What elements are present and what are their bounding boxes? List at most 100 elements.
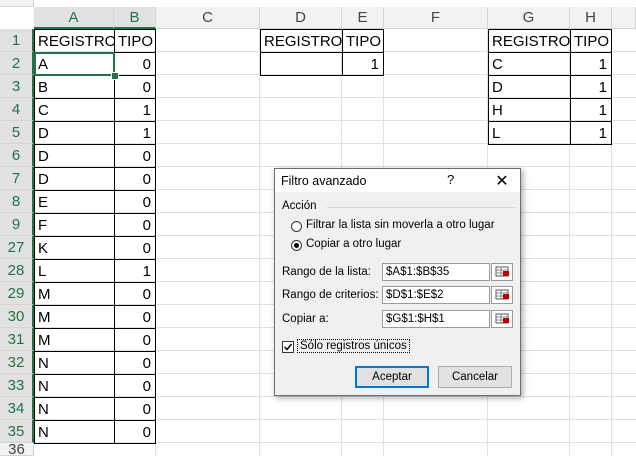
help-icon[interactable]: ? [447, 172, 454, 187]
copy-to-input[interactable]: $G$1:$H$1 [382, 310, 490, 328]
table-cell[interactable]: 0 [114, 52, 156, 76]
table-cell[interactable]: 0 [114, 282, 156, 306]
row-header[interactable]: 36 [0, 441, 34, 458]
table-cell[interactable]: 0 [114, 351, 156, 375]
row-header[interactable]: 31 [0, 328, 34, 351]
table-cell[interactable]: 0 [114, 328, 156, 352]
table-cell[interactable]: N [34, 397, 115, 421]
unique-records-checkbox[interactable] [282, 341, 294, 353]
row-header[interactable]: 2 [0, 52, 34, 75]
row-header[interactable]: 30 [0, 305, 34, 328]
row-header[interactable]: 28 [0, 259, 34, 282]
table-cell[interactable]: 0 [114, 213, 156, 237]
table-cell[interactable]: 0 [114, 167, 156, 191]
row-header[interactable]: 5 [0, 121, 34, 144]
criteria-header-cell[interactable]: REGISTRO [260, 29, 343, 53]
table-cell[interactable]: TIPO [114, 29, 156, 53]
row-header[interactable]: 9 [0, 213, 34, 236]
table-cell[interactable]: 0 [114, 236, 156, 260]
filter-in-place-label[interactable]: Filtrar la lista sin moverla a otro luga… [306, 219, 495, 231]
criteria-range-label: Rango de criterios: [282, 289, 379, 301]
list-range-input[interactable]: $A$1:$B$35 [382, 263, 490, 281]
table-cell[interactable]: K [34, 236, 115, 260]
table-cell[interactable]: 1 [114, 259, 156, 283]
output-cell[interactable]: 1 [570, 98, 612, 122]
output-cell[interactable]: L [488, 121, 571, 145]
unique-records-label[interactable]: Sólo registros únicos [297, 339, 410, 353]
accept-button[interactable]: Aceptar [355, 366, 429, 388]
row-header[interactable]: 6 [0, 144, 34, 167]
copy-to-other-radio[interactable] [291, 240, 302, 251]
row-header[interactable]: 8 [0, 190, 34, 213]
output-cell[interactable]: 1 [570, 52, 612, 76]
output-cell[interactable]: D [488, 75, 571, 99]
column-header-next[interactable] [612, 7, 636, 29]
table-cell[interactable]: 0 [114, 305, 156, 329]
table-cell[interactable]: M [34, 328, 115, 352]
column-header-e[interactable]: E [342, 7, 384, 29]
filter-in-place-radio[interactable] [291, 221, 302, 232]
advanced-filter-dialog: Filtro avanzado ? ✕ Acción Filtrar la li… [274, 168, 521, 396]
table-cell[interactable]: M [34, 305, 115, 329]
output-cell[interactable]: H [488, 98, 571, 122]
row-header[interactable]: 4 [0, 98, 34, 121]
table-cell[interactable]: D [34, 144, 115, 168]
row-header[interactable]: 3 [0, 75, 34, 98]
output-cell[interactable]: C [488, 52, 571, 76]
row-header[interactable]: 7 [0, 167, 34, 190]
table-cell[interactable]: 0 [114, 190, 156, 214]
table-cell[interactable]: 0 [114, 144, 156, 168]
criteria-value-cell[interactable]: 1 [342, 52, 384, 76]
fill-handle[interactable] [111, 72, 119, 80]
table-cell[interactable]: 1 [114, 98, 156, 122]
row-header[interactable]: 27 [0, 236, 34, 259]
row-header[interactable]: 32 [0, 351, 34, 374]
range-select-icon[interactable] [491, 286, 513, 304]
output-cell[interactable]: 1 [570, 121, 612, 145]
column-header-g[interactable]: G [488, 7, 570, 29]
dialog-titlebar[interactable]: Filtro avanzado ? ✕ [275, 169, 520, 192]
copy-to-other-label[interactable]: Copiar a otro lugar [306, 238, 401, 250]
table-cell[interactable]: D [34, 121, 115, 145]
table-cell[interactable]: C [34, 98, 115, 122]
table-cell[interactable]: 0 [114, 75, 156, 99]
criteria-range-input[interactable]: $D$1:$E$2 [382, 286, 490, 304]
output-cell[interactable]: 1 [570, 75, 612, 99]
column-header-c[interactable]: C [156, 7, 260, 29]
criteria-header-cell[interactable]: TIPO [342, 29, 384, 53]
table-cell[interactable]: F [34, 213, 115, 237]
row-header[interactable]: 33 [0, 374, 34, 397]
column-header-a[interactable]: A [34, 7, 114, 29]
column-header-d[interactable]: D [260, 7, 342, 29]
range-select-icon[interactable] [491, 310, 513, 328]
output-header-cell[interactable]: REGISTRO [488, 29, 571, 53]
column-header-b[interactable]: B [114, 7, 156, 29]
table-cell[interactable]: 0 [114, 374, 156, 398]
column-header-f[interactable]: F [384, 7, 488, 29]
select-all-corner[interactable] [0, 0, 34, 7]
row-header[interactable]: 34 [0, 397, 34, 420]
table-cell[interactable]: E [34, 190, 115, 214]
column-header-h[interactable]: H [570, 7, 612, 29]
cancel-button[interactable]: Cancelar [438, 366, 512, 388]
table-cell[interactable]: N [34, 374, 115, 398]
output-header-cell[interactable]: TIPO [570, 29, 612, 53]
row-header[interactable]: 29 [0, 282, 34, 305]
range-select-icon[interactable] [491, 263, 513, 281]
table-cell[interactable]: M [34, 282, 115, 306]
table-cell[interactable]: B [34, 75, 115, 99]
table-cell[interactable]: 0 [114, 397, 156, 421]
table-cell[interactable]: D [34, 167, 115, 191]
table-cell[interactable]: N [34, 420, 115, 444]
table-cell[interactable]: REGISTRO [34, 29, 115, 53]
table-cell[interactable]: L [34, 259, 115, 283]
table-cell[interactable]: 1 [114, 121, 156, 145]
table-cell[interactable]: N [34, 351, 115, 375]
table-cell[interactable]: 0 [114, 420, 156, 444]
row-header[interactable]: 1 [0, 29, 34, 52]
active-cell-selection[interactable] [34, 52, 115, 76]
close-icon[interactable]: ✕ [487, 169, 517, 192]
criteria-value-cell[interactable] [260, 52, 343, 76]
checkmark-icon [283, 343, 293, 351]
list-range-label: Rango de la lista: [282, 266, 371, 278]
